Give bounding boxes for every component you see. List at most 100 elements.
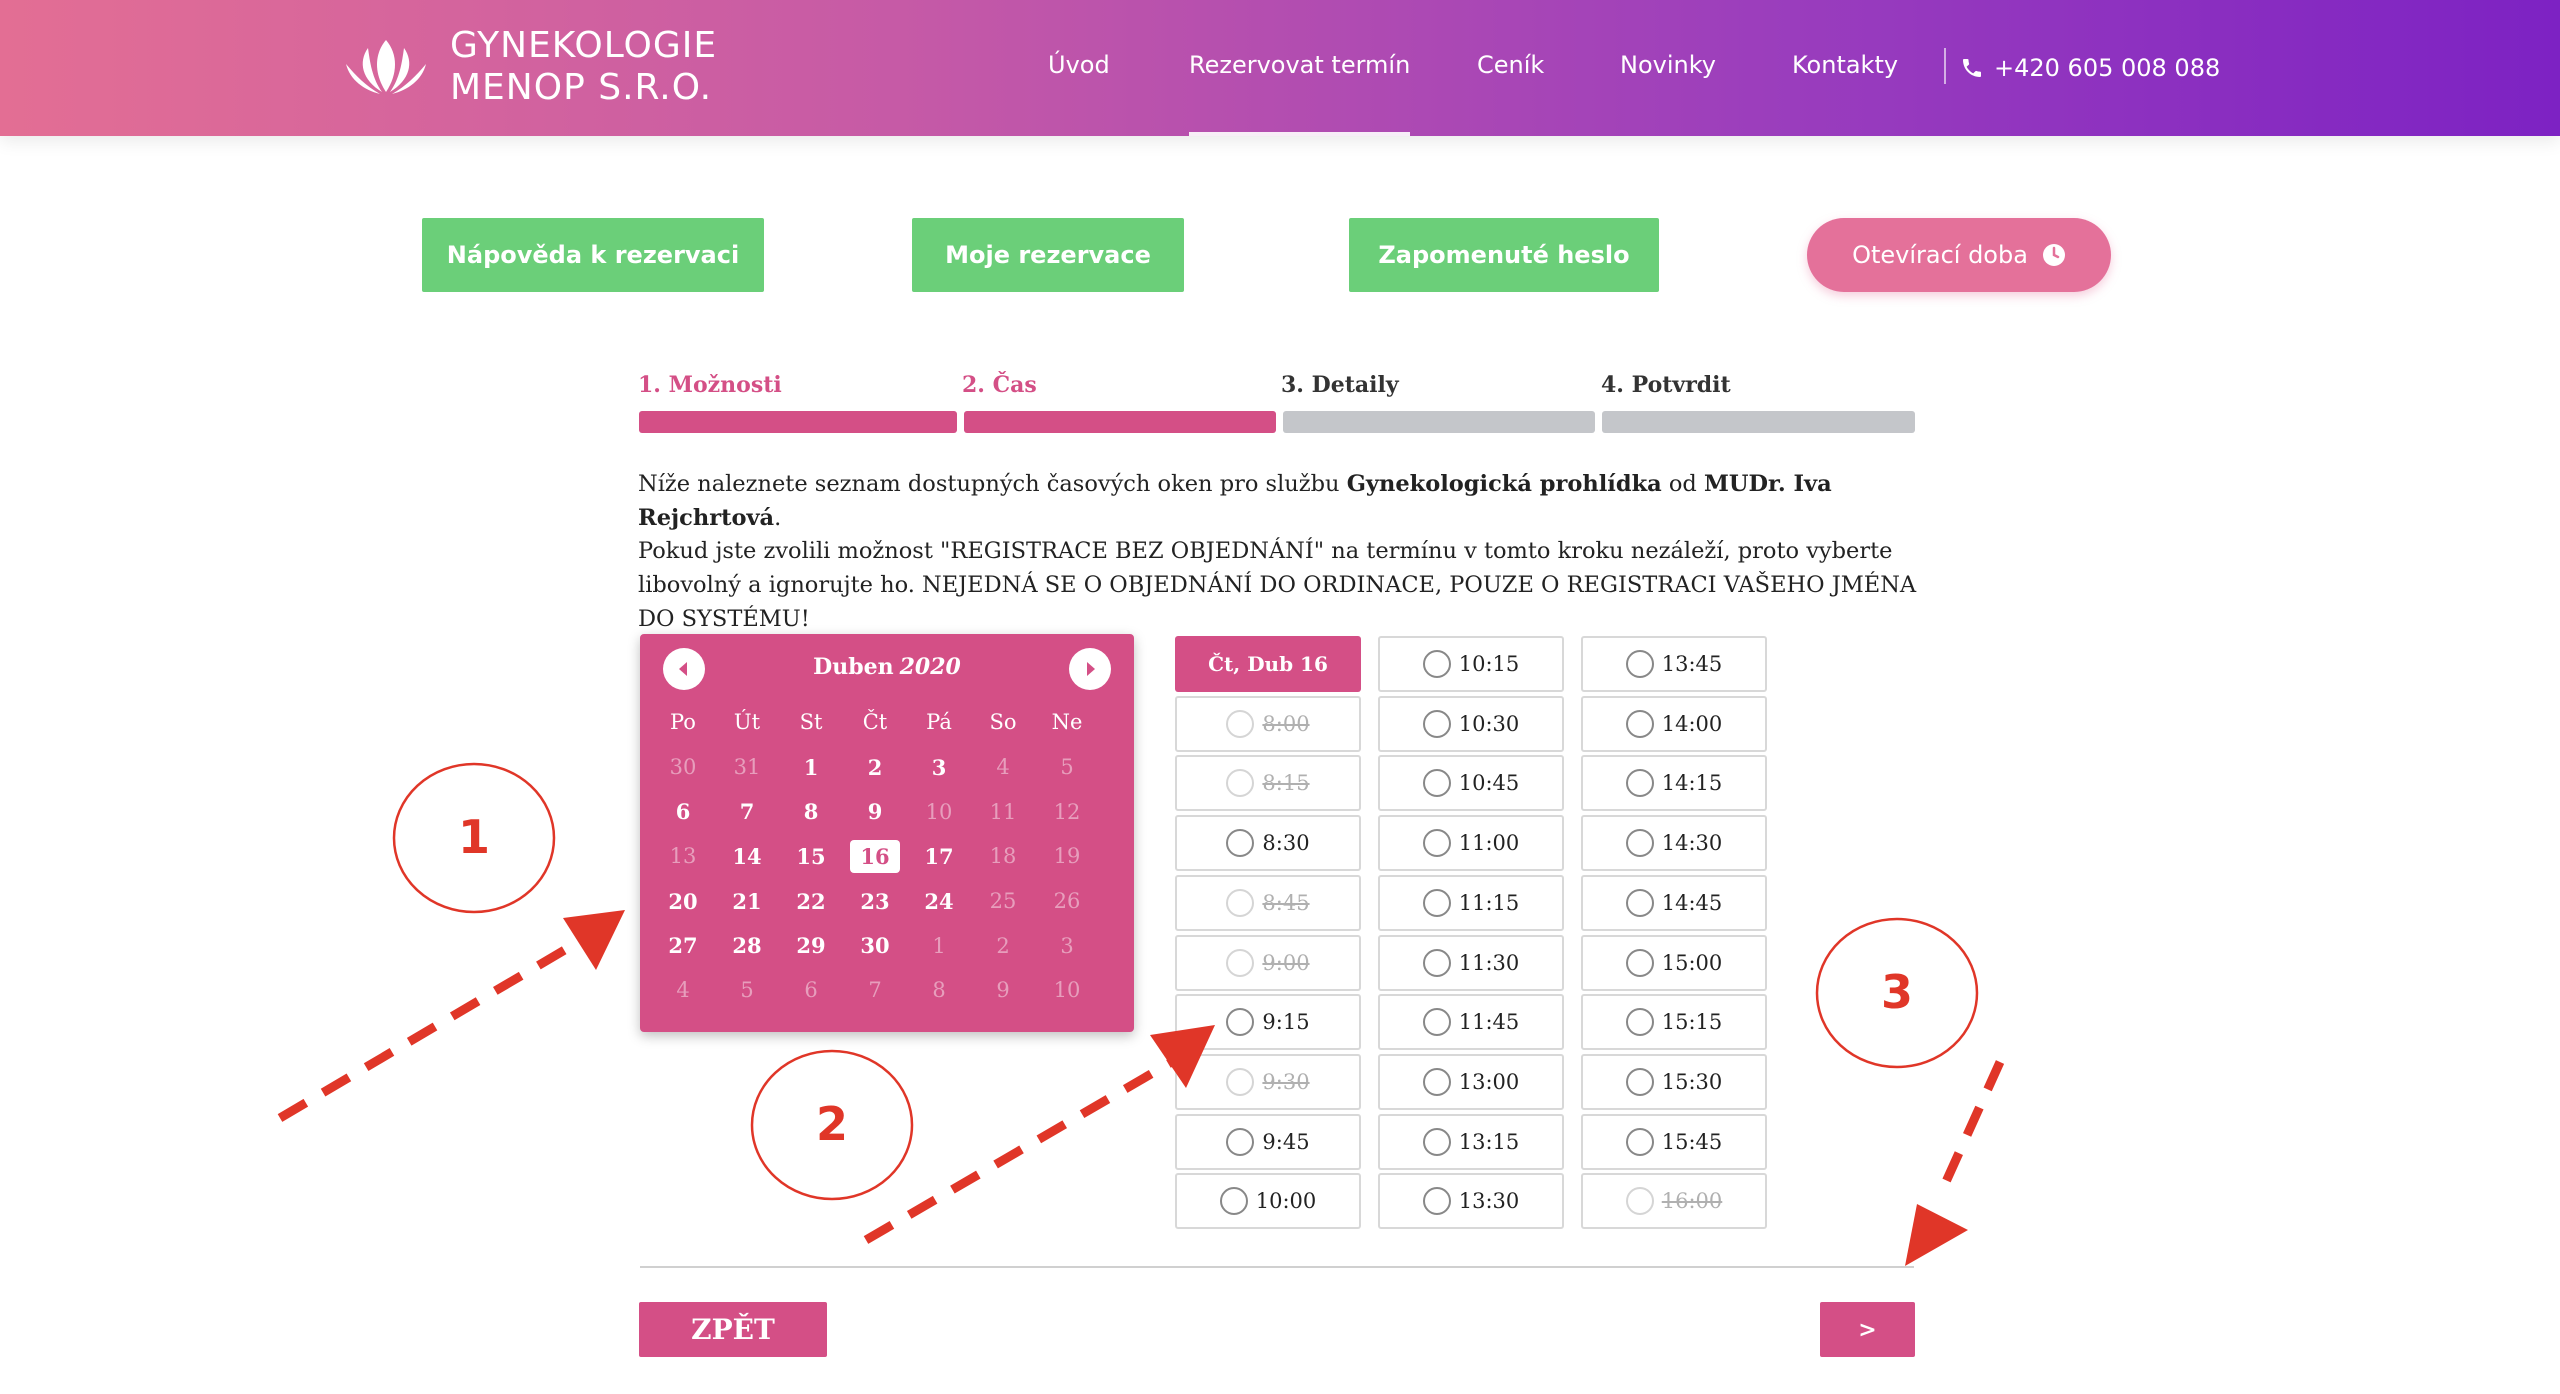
radio-icon[interactable]: [1422, 650, 1451, 678]
site-logo[interactable]: GYNEKOLOGIE MENOP S.R.O.: [338, 22, 717, 112]
weekday-label: Pá: [926, 710, 952, 735]
radio-icon[interactable]: [1625, 829, 1654, 858]
calendar-day: 26: [1035, 889, 1099, 913]
nav-item-kontakty[interactable]: Kontakty: [1792, 0, 1898, 136]
radio-icon[interactable]: [1226, 829, 1255, 858]
step-1-label: 1. Možnosti: [638, 372, 782, 398]
my-reservations-button[interactable]: Moje rezervace: [912, 218, 1184, 292]
nav-item-novinky[interactable]: Novinky: [1620, 0, 1716, 136]
time-slot-label: 14:45: [1661, 890, 1723, 915]
calendar-day[interactable]: 17: [907, 844, 971, 869]
time-slot[interactable]: 14:30: [1581, 815, 1767, 872]
calendar-week-row: 30 31 1 2 3 4 5: [651, 745, 1123, 790]
calendar-day[interactable]: 8: [779, 799, 843, 824]
calendar-day-number: 6: [675, 799, 691, 825]
calendar-day[interactable]: 27: [651, 933, 715, 958]
step-4-label: 4. Potvrdit: [1601, 372, 1731, 398]
time-slot[interactable]: 11:30: [1378, 934, 1564, 991]
calendar-day[interactable]: 3: [907, 755, 971, 780]
calendar-day[interactable]: 24: [907, 889, 971, 914]
intro-paragraph-2: Pokud jste zvolili možnost "REGISTRACE B…: [638, 538, 1917, 632]
calendar-day: 5: [715, 978, 779, 1002]
time-slot[interactable]: 8:30: [1175, 815, 1361, 872]
time-slot[interactable]: 15:45: [1581, 1113, 1767, 1170]
forgot-password-button[interactable]: Zapomenuté heslo: [1349, 218, 1659, 292]
time-slot[interactable]: 15:15: [1581, 994, 1767, 1051]
calendar-day[interactable]: 1: [779, 755, 843, 780]
time-slot[interactable]: 10:15: [1378, 636, 1564, 692]
calendar-day[interactable]: 6: [651, 799, 715, 824]
radio-icon[interactable]: [1422, 709, 1451, 738]
time-slot[interactable]: 11:45: [1378, 994, 1564, 1051]
time-slot[interactable]: 10:45: [1378, 755, 1564, 812]
time-slot-label: 11:15: [1458, 890, 1520, 915]
calendar-day[interactable]: 14: [715, 844, 779, 869]
time-slot[interactable]: 13:15: [1378, 1113, 1564, 1170]
time-slot[interactable]: 13:30: [1378, 1173, 1564, 1230]
time-slot-label: 13:00: [1458, 1069, 1520, 1094]
time-slot[interactable]: 13:00: [1378, 1053, 1564, 1110]
calendar-week-row: 20 21 22 23 24 25 26: [651, 879, 1123, 924]
time-slot[interactable]: 14:45: [1581, 874, 1767, 931]
back-button[interactable]: ZPĚT: [639, 1302, 827, 1357]
radio-icon[interactable]: [1625, 709, 1654, 738]
radio-icon[interactable]: [1422, 1067, 1451, 1096]
calendar-day-number: 12: [1053, 799, 1081, 824]
calendar-day-selected[interactable]: 16: [843, 839, 907, 873]
time-slot[interactable]: 10:30: [1378, 695, 1564, 752]
radio-icon: [1226, 709, 1255, 738]
brand-name: GYNEKOLOGIE MENOP S.R.O.: [450, 25, 717, 109]
help-button[interactable]: Nápověda k rezervaci: [422, 218, 764, 292]
calendar-day[interactable]: 20: [651, 889, 715, 914]
radio-icon[interactable]: [1422, 948, 1451, 977]
nav-item-uvod[interactable]: Úvod: [1048, 0, 1110, 136]
radio-icon[interactable]: [1422, 1008, 1451, 1037]
site-header: GYNEKOLOGIE MENOP S.R.O. Úvod Rezervovat…: [0, 0, 2560, 136]
radio-icon[interactable]: [1625, 1127, 1654, 1156]
radio-icon[interactable]: [1625, 888, 1654, 917]
radio-icon[interactable]: [1219, 1187, 1248, 1216]
calendar-day-number: 23: [860, 888, 890, 914]
time-slot[interactable]: 11:00: [1378, 815, 1564, 872]
time-slot: 8:15: [1175, 755, 1361, 812]
time-slot[interactable]: 11:15: [1378, 874, 1564, 931]
radio-icon[interactable]: [1226, 1127, 1255, 1156]
radio-icon[interactable]: [1625, 948, 1654, 977]
calendar-day[interactable]: 7: [715, 799, 779, 824]
opening-hours-button[interactable]: Otevírací doba: [1807, 218, 2111, 292]
time-slot[interactable]: 14:15: [1581, 755, 1767, 812]
radio-icon[interactable]: [1625, 769, 1654, 798]
time-slot[interactable]: 9:15: [1175, 994, 1361, 1051]
calendar-day[interactable]: 21: [715, 889, 779, 914]
nav-item-cenik[interactable]: Ceník: [1477, 0, 1544, 136]
time-slot[interactable]: 15:00: [1581, 934, 1767, 991]
next-month-button[interactable]: [1069, 648, 1111, 690]
time-slot[interactable]: 15:30: [1581, 1053, 1767, 1110]
next-button[interactable]: >: [1820, 1302, 1915, 1357]
calendar-day[interactable]: 28: [715, 933, 779, 958]
calendar-day[interactable]: 30: [843, 933, 907, 958]
calendar-day[interactable]: 29: [779, 933, 843, 958]
radio-icon[interactable]: [1422, 1127, 1451, 1156]
calendar-day[interactable]: 9: [843, 799, 907, 824]
calendar-day[interactable]: 2: [843, 755, 907, 780]
time-slot[interactable]: 10:00: [1175, 1173, 1361, 1230]
time-slot-label: 14:15: [1661, 771, 1723, 796]
radio-icon[interactable]: [1625, 1008, 1654, 1037]
time-slot[interactable]: 14:00: [1581, 695, 1767, 752]
time-slot[interactable]: 9:45: [1175, 1113, 1361, 1170]
phone-link[interactable]: +420 605 008 088: [1960, 0, 2220, 136]
time-slot[interactable]: 13:45: [1581, 636, 1767, 692]
radio-icon[interactable]: [1422, 829, 1451, 858]
calendar-day[interactable]: 23: [843, 889, 907, 914]
radio-icon[interactable]: [1422, 888, 1451, 917]
calendar-day[interactable]: 15: [779, 844, 843, 869]
radio-icon[interactable]: [1226, 1008, 1255, 1037]
radio-icon[interactable]: [1625, 1067, 1654, 1096]
radio-icon[interactable]: [1422, 769, 1451, 798]
radio-icon[interactable]: [1625, 650, 1654, 678]
radio-icon[interactable]: [1422, 1187, 1451, 1216]
nav-item-rezervovat-termin[interactable]: Rezervovat termín: [1189, 0, 1411, 136]
calendar-day[interactable]: 22: [779, 889, 843, 914]
time-slot-label: 13:45: [1661, 652, 1723, 676]
